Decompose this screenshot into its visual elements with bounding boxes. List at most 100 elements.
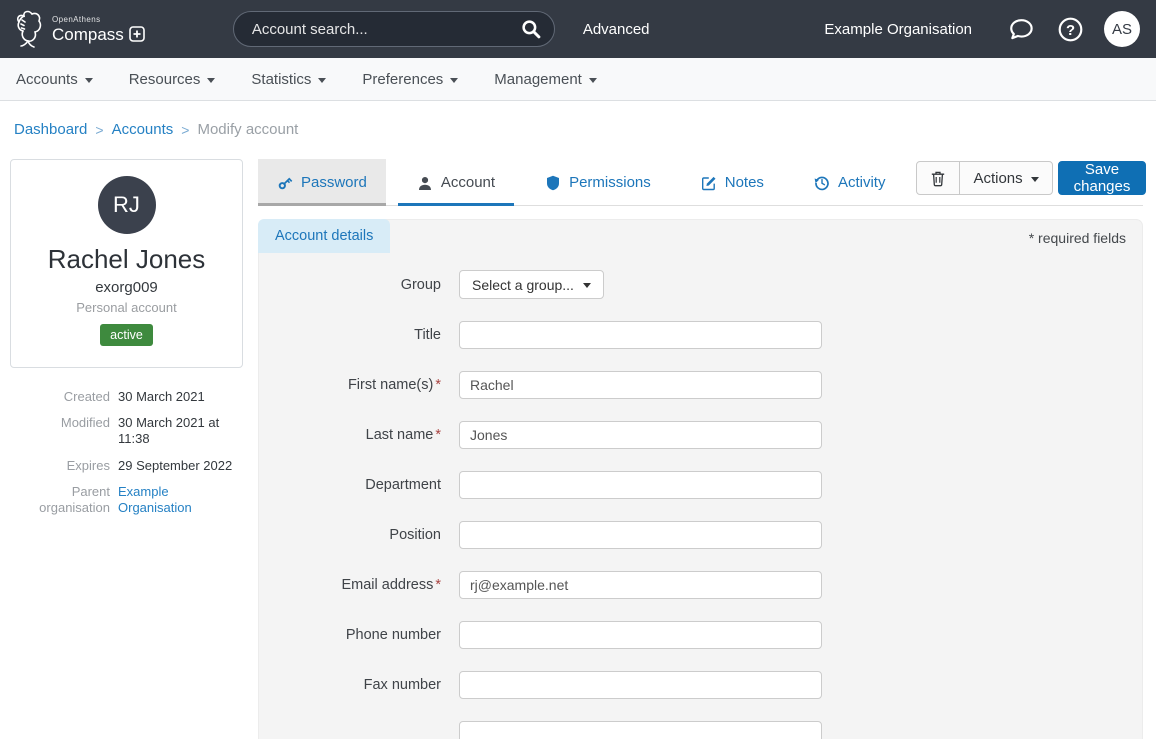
- tab-strip: Password Account: [258, 159, 1143, 206]
- panel-title-tab: Account details: [258, 219, 390, 253]
- form-row: Phone number: [259, 621, 1142, 649]
- chevron-down-icon: [85, 78, 93, 83]
- tab-label: Password: [301, 174, 367, 191]
- field-label: Title: [259, 327, 441, 343]
- text-input[interactable]: [459, 721, 822, 739]
- text-input[interactable]: [459, 621, 822, 649]
- form-row: Department: [259, 471, 1142, 499]
- detail-value: Example Organisation: [118, 484, 243, 515]
- nav-menu-item[interactable]: Resources: [115, 71, 230, 88]
- save-changes-button[interactable]: Save changes: [1058, 161, 1147, 195]
- required-asterisk: *: [435, 427, 441, 443]
- field-label: Email address*: [259, 577, 441, 593]
- profile-username: exorg009: [19, 279, 234, 296]
- detail-value: 30 March 2021 at 11:38: [118, 415, 243, 446]
- search-input[interactable]: [233, 11, 555, 47]
- person-icon: [417, 175, 433, 191]
- field-label: First name(s)*: [259, 377, 441, 393]
- user-avatar[interactable]: AS: [1104, 11, 1140, 47]
- chevron-down-icon: [583, 283, 591, 288]
- owl-logo-icon: [12, 8, 46, 50]
- text-input[interactable]: [459, 571, 822, 599]
- field-label: Phone number: [259, 627, 441, 643]
- breadcrumb-separator: >: [95, 122, 103, 138]
- profile-name: Rachel Jones: [19, 245, 234, 275]
- nav-menu-item[interactable]: Statistics: [237, 71, 340, 88]
- text-input[interactable]: [459, 421, 822, 449]
- form-row: Last name*: [259, 421, 1142, 449]
- account-sidebar: RJ Rachel Jones exorg009 Personal accoun…: [10, 159, 243, 526]
- detail-label: Expires: [10, 458, 110, 474]
- brand-openathens: OpenAthens: [52, 16, 145, 24]
- breadcrumb-item[interactable]: Dashboard: [14, 121, 87, 138]
- actions-button[interactable]: Actions: [959, 161, 1052, 195]
- text-input[interactable]: [459, 671, 822, 699]
- svg-text:?: ?: [1066, 22, 1075, 38]
- field-label: Group: [259, 277, 441, 293]
- text-input[interactable]: [459, 471, 822, 499]
- chevron-down-icon: [589, 78, 597, 83]
- history-icon: [814, 175, 830, 191]
- breadcrumb: Dashboard > Accounts > Modify account: [0, 101, 1156, 138]
- breadcrumb-item[interactable]: Modify account: [197, 121, 298, 138]
- nav-menu-item[interactable]: Management: [480, 71, 611, 88]
- text-input[interactable]: [459, 371, 822, 399]
- nav-menu-item[interactable]: Preferences: [348, 71, 472, 88]
- form-row: Email address*: [259, 571, 1142, 599]
- tab[interactable]: Notes: [682, 159, 783, 206]
- trash-icon: [930, 170, 946, 187]
- detail-row: Modified 30 March 2021 at 11:38: [10, 415, 243, 446]
- form-row: First name(s)*: [259, 371, 1142, 399]
- chevron-down-icon: [207, 78, 215, 83]
- brand-logo[interactable]: OpenAthens Compass: [12, 8, 145, 50]
- tab-label: Notes: [725, 174, 764, 191]
- field-label: Department: [259, 477, 441, 493]
- search-icon[interactable]: [521, 19, 541, 39]
- account-main: Password Account: [258, 159, 1143, 739]
- main-nav: Accounts Resources Statistics Preference…: [0, 58, 1156, 101]
- text-input[interactable]: [459, 321, 822, 349]
- app-header: OpenAthens Compass Advanced Example Orga…: [0, 0, 1156, 58]
- chevron-down-icon: [318, 78, 326, 83]
- delete-button[interactable]: [916, 161, 960, 195]
- profile-details: Created 30 March 2021 Modified 30 March …: [10, 389, 243, 516]
- tab[interactable]: Password: [258, 159, 386, 206]
- detail-label: Parent organisation: [10, 484, 110, 515]
- tab[interactable]: Permissions: [526, 159, 670, 206]
- nav-menu-item[interactable]: Accounts: [2, 71, 107, 88]
- detail-row: Created 30 March 2021: [10, 389, 243, 405]
- profile-account-type: Personal account: [19, 300, 234, 315]
- form-row: Position: [259, 521, 1142, 549]
- detail-row: Expires 29 September 2022: [10, 458, 243, 474]
- tab-label: Account: [441, 174, 495, 191]
- required-asterisk: *: [435, 377, 441, 393]
- form-row: Fax number: [259, 671, 1142, 699]
- help-icon[interactable]: ?: [1057, 16, 1084, 43]
- detail-value: 30 March 2021: [118, 389, 205, 405]
- detail-label: Created: [10, 389, 110, 405]
- account-search: [233, 11, 555, 47]
- chevron-down-icon: [1031, 177, 1039, 182]
- chat-icon[interactable]: [1008, 16, 1035, 43]
- status-badge: active: [100, 324, 153, 346]
- organisation-name[interactable]: Example Organisation: [824, 21, 972, 38]
- group-select[interactable]: Select a group...: [459, 270, 604, 299]
- form-row: Title: [259, 321, 1142, 349]
- text-input[interactable]: [459, 521, 822, 549]
- tab-label: Permissions: [569, 174, 651, 191]
- toolbar: Actions Save changes: [916, 161, 1146, 203]
- required-asterisk: *: [435, 577, 441, 593]
- form-row: Group Select a group...: [259, 270, 1142, 299]
- field-label: Last name*: [259, 427, 441, 443]
- tab[interactable]: Activity: [795, 159, 905, 206]
- key-icon: [277, 175, 293, 191]
- breadcrumb-item[interactable]: Accounts: [112, 121, 174, 138]
- chevron-down-icon: [450, 78, 458, 83]
- tab[interactable]: Account: [398, 159, 514, 206]
- account-form: Group Select a group... Title: [259, 270, 1142, 739]
- breadcrumb-separator: >: [181, 122, 189, 138]
- advanced-search-link[interactable]: Advanced: [583, 21, 650, 38]
- brand-compass: Compass: [52, 26, 124, 43]
- form-row: [259, 721, 1142, 739]
- plus-box-icon: [129, 26, 145, 42]
